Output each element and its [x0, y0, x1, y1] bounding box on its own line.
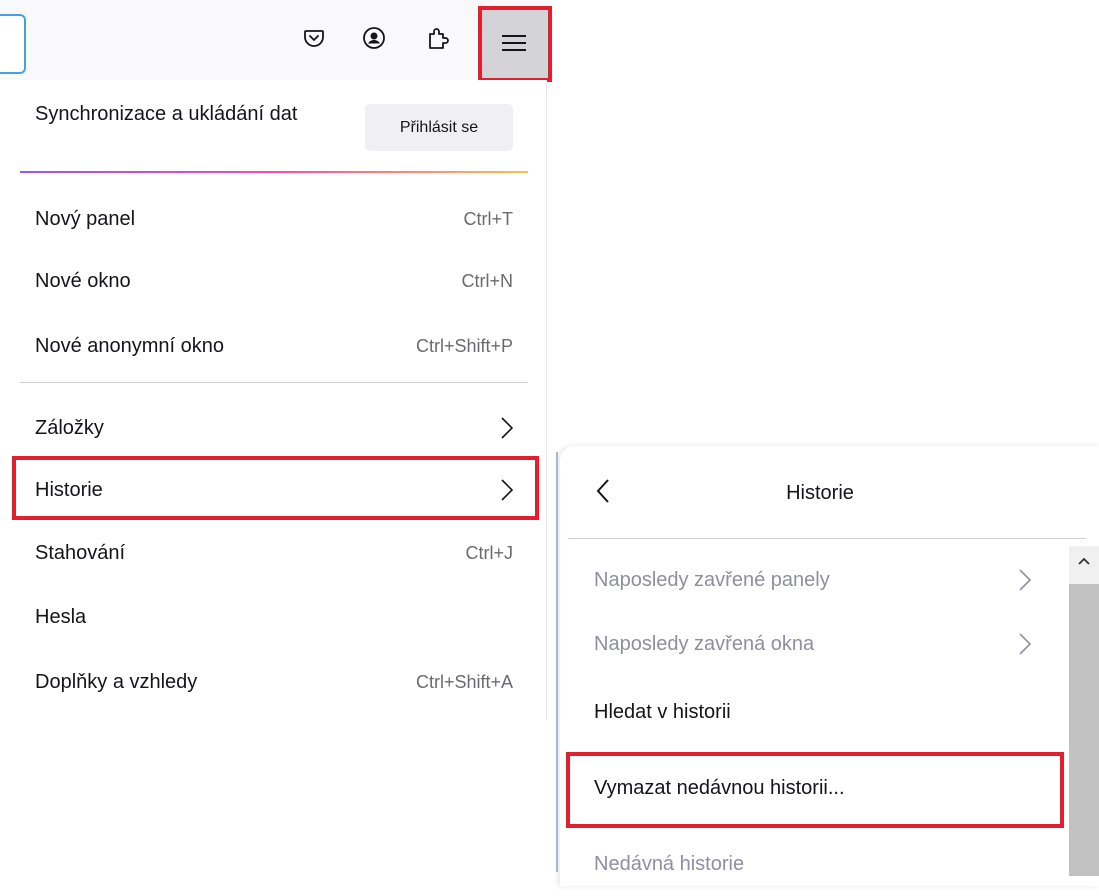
hamburger-menu-icon	[502, 35, 526, 51]
scroll-up-arrow-icon[interactable]	[1077, 556, 1091, 566]
history-item-label: Nedávná historie	[594, 853, 745, 875]
pocket-icon	[304, 30, 324, 47]
menu-item-passwords[interactable]: Hesla	[20, 587, 528, 647]
menu-item-shortcut: Ctrl+J	[465, 543, 513, 563]
panel-divider	[546, 80, 547, 720]
menu-item-shortcut: Ctrl+T	[463, 209, 514, 229]
url-bar[interactable]	[0, 14, 26, 74]
history-panel-title: Historie	[786, 482, 854, 504]
browser-toolbar	[0, 0, 552, 80]
menu-item-addons-themes[interactable]: Doplňky a vzhledy Ctrl+Shift+A	[20, 652, 528, 712]
menu-item-new-window[interactable]: Nové okno Ctrl+N	[20, 251, 528, 311]
menu-item-new-private-window[interactable]: Nové anonymní okno Ctrl+Shift+P	[20, 316, 528, 376]
menu-item-label: Nový panel	[35, 208, 136, 230]
sync-gradient-divider	[20, 171, 528, 173]
menu-item-shortcut: Ctrl+Shift+A	[415, 672, 513, 692]
menu-item-label: Historie	[35, 479, 103, 501]
chevron-right-icon	[501, 479, 514, 501]
menu-separator	[20, 382, 528, 383]
scrollbar-thumb[interactable]	[1069, 584, 1099, 876]
menu-item-new-tab[interactable]: Nový panel Ctrl+T	[20, 189, 528, 249]
chevron-right-icon	[501, 417, 514, 439]
account-icon	[363, 27, 385, 49]
menu-item-shortcut: Ctrl+Shift+P	[415, 336, 513, 356]
account-button[interactable]	[356, 20, 392, 56]
history-item-label: Vymazat nedávnou historii...	[594, 777, 845, 799]
history-item-clear-recent-history[interactable]: Vymazat nedávnou historii...	[578, 756, 1058, 820]
history-item-label: Naposledy zavřené panely	[594, 569, 830, 591]
open-menu-button[interactable]	[480, 8, 548, 78]
menu-item-downloads[interactable]: Stahování Ctrl+J	[20, 523, 528, 583]
chevron-right-icon	[1019, 633, 1032, 655]
history-item-search-history[interactable]: Hledat v historii	[578, 680, 1058, 744]
history-item-label: Naposledy zavřená okna	[594, 633, 815, 655]
history-item-recent-history: Nedávná historie	[578, 832, 1058, 896]
extensions-icon	[429, 28, 449, 49]
menu-item-bookmarks[interactable]: Záložky	[20, 398, 528, 458]
menu-item-label: Doplňky a vzhledy	[35, 671, 198, 693]
menu-item-label: Hesla	[35, 606, 87, 628]
extensions-button[interactable]	[420, 20, 456, 56]
subpanel-separator	[568, 538, 1086, 539]
sync-title: Synchronizace a ukládání dat	[35, 103, 298, 125]
menu-item-history[interactable]: Historie	[20, 460, 528, 520]
sign-in-button[interactable]: Přihlásit se	[365, 104, 513, 151]
history-item-label: Hledat v historii	[594, 701, 731, 723]
menu-item-label: Nové anonymní okno	[35, 335, 225, 357]
subpanel-edge	[556, 452, 558, 872]
chevron-right-icon	[1019, 569, 1032, 591]
history-item-recently-closed-windows[interactable]: Naposledy zavřená okna	[578, 612, 1058, 676]
menu-item-label: Nové okno	[35, 270, 131, 292]
history-item-recently-closed-tabs[interactable]: Naposledy zavřené panely	[578, 548, 1058, 612]
menu-item-label: Stahování	[35, 542, 126, 564]
pocket-button[interactable]	[296, 20, 332, 56]
menu-item-shortcut: Ctrl+N	[461, 271, 513, 291]
menu-item-label: Záložky	[35, 417, 104, 439]
